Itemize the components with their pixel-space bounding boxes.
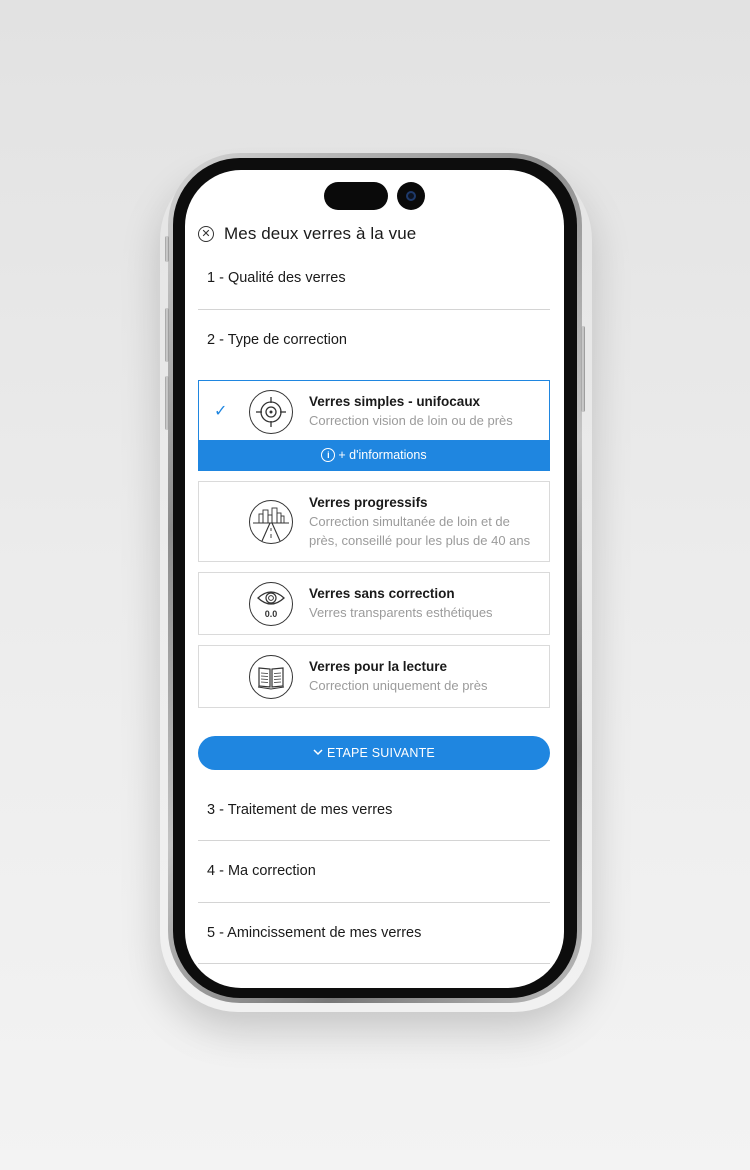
open-book-icon: [249, 655, 293, 699]
option-title: Verres simples - unifocaux: [309, 394, 481, 409]
lens-configurator: ✕ Mes deux verres à la vue 1 - Qualité d…: [185, 170, 564, 988]
step-label: 1 - Qualité des verres: [207, 269, 346, 286]
next-step-label: ETAPE SUIVANTE: [327, 746, 435, 760]
road-city-icon: [249, 500, 293, 544]
info-icon: i: [321, 448, 336, 462]
step-5-thinning[interactable]: 5 - Amincissement de mes verres: [198, 902, 550, 963]
option-description: Verres transparents esthétiques: [309, 605, 493, 620]
power-button: [581, 326, 585, 412]
phone-screen: ✕ Mes deux verres à la vue 1 - Qualité d…: [185, 170, 564, 988]
option-description: Correction uniquement de près: [309, 678, 488, 693]
more-info-button[interactable]: i + d'informations: [199, 440, 549, 470]
next-step-button[interactable]: ETAPE SUIVANTE: [198, 736, 550, 770]
step-2-correction-type[interactable]: 2 - Type de correction: [198, 309, 550, 370]
page-title: Mes deux verres à la vue: [224, 224, 417, 243]
icon-label: 0.0: [265, 609, 278, 619]
close-icon[interactable]: ✕: [198, 226, 214, 242]
step-label: 3 - Traitement de mes verres: [207, 801, 393, 818]
option-title: Verres pour la lecture: [309, 659, 448, 674]
option-description: Correction vision de loin ou de près: [309, 413, 513, 428]
divider: [198, 963, 550, 964]
step-3-treatment[interactable]: 3 - Traitement de mes verres: [198, 779, 550, 840]
option-no-correction[interactable]: 0.0 Verres sans correction Verres transp…: [198, 572, 550, 635]
option-progressive[interactable]: Verres progressifs Correction simultanée…: [198, 481, 550, 562]
volume-up-button: [165, 308, 169, 362]
step-1-quality[interactable]: 1 - Qualité des verres: [198, 247, 550, 308]
chevron-down-icon: [313, 747, 323, 759]
option-single-vision[interactable]: ✓ Verres simples - unifocaux Correction …: [198, 380, 550, 471]
step-label: 4 - Ma correction: [207, 862, 316, 879]
header: ✕ Mes deux verres à la vue: [198, 224, 416, 244]
more-info-label: + d'informations: [338, 448, 427, 462]
volume-down-button: [165, 376, 169, 430]
option-description: Correction simultanée de loin et de près…: [309, 514, 531, 548]
option-title: Verres sans correction: [309, 586, 455, 601]
action-button: [165, 236, 169, 262]
option-reading[interactable]: Verres pour la lecture Correction unique…: [198, 645, 550, 708]
step-4-my-correction[interactable]: 4 - Ma correction: [198, 840, 550, 901]
check-icon: ✓: [214, 403, 228, 420]
eye-icon: 0.0: [249, 582, 293, 626]
option-title: Verres progressifs: [309, 495, 428, 510]
step-label: 2 - Type de correction: [207, 331, 347, 348]
target-icon: [249, 390, 293, 434]
step-label: 5 - Amincissement de mes verres: [207, 924, 422, 941]
